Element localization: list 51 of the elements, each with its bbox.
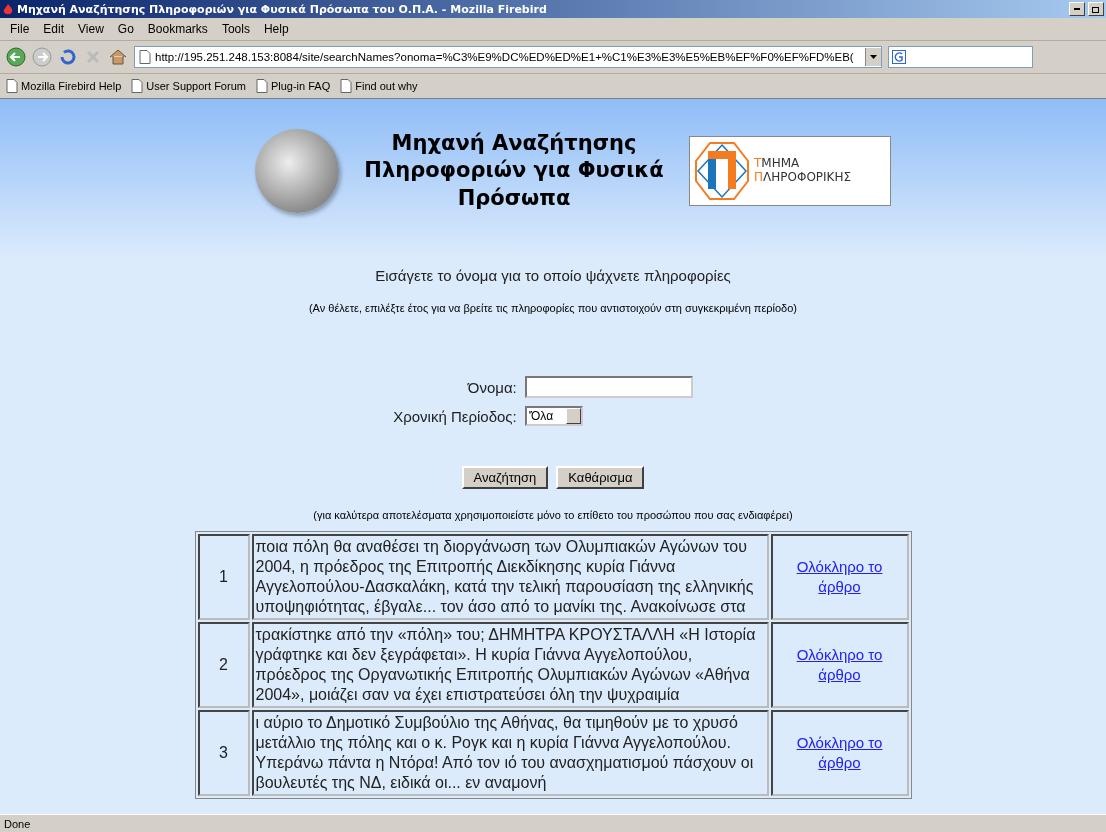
window-title: Μηχανή Αναζήτησης Πληροφοριών για Φυσικά Πρόσωπα του Ο.Π.Α. - Mozilla Firebird bbox=[17, 2, 548, 16]
flame-icon bbox=[2, 3, 14, 15]
status-text: Done bbox=[4, 817, 31, 830]
clear-button[interactable]: Καθάρισμα bbox=[556, 466, 645, 489]
back-icon[interactable] bbox=[6, 47, 26, 67]
search-engine-icon bbox=[892, 50, 906, 64]
search-field[interactable] bbox=[888, 46, 1033, 68]
result-number: 3 bbox=[197, 710, 250, 796]
menu-item[interactable]: Tools bbox=[215, 20, 256, 38]
menu-item[interactable]: Edit bbox=[37, 20, 71, 38]
menu-item[interactable]: Bookmarks bbox=[141, 20, 214, 38]
minimize-icon bbox=[1074, 8, 1080, 10]
result-number: 2 bbox=[197, 622, 250, 708]
intro-text: Εισάγετε το όνομα για το οποίο ψάχνετε πληροφορίες bbox=[375, 267, 731, 284]
period-select[interactable]: 'Όλα bbox=[524, 406, 583, 426]
result-number: 1 bbox=[197, 534, 250, 620]
page-icon bbox=[131, 79, 144, 93]
year-note: (Αν θέλετε, επιλέξτε έτος για να βρείτε τις πληροφορίες που αντιστοιχούν στη συγκεκριμένη περίοδο) bbox=[308, 302, 798, 314]
logo-text: ΤΜΗΜΑ bbox=[754, 157, 801, 171]
search-hint: (για καλύτερα αποτελέσματα χρησιμοποιείστε μόνο το επίθετο του προσώπου που σας ενδιαφέρει) bbox=[313, 509, 793, 521]
menu-item[interactable]: View bbox=[72, 20, 110, 38]
address-field[interactable]: http://195.251.248.153:8084/site/searchNames?onoma=%C3%E9%DC%ED%ED%E1+%C1%E3%E3%E5%EB%EF%F0%EF%FD%EB( bbox=[134, 46, 882, 68]
page-heading: Μηχανή Αναζήτησης Πληροφοριών για Φυσικά Πρόσωπα bbox=[363, 130, 665, 212]
bookmark-link[interactable]: Plug-in FAQ bbox=[255, 79, 331, 93]
minimize-button[interactable] bbox=[1069, 2, 1085, 16]
caret-icon bbox=[870, 55, 877, 59]
forward-icon[interactable] bbox=[32, 47, 52, 67]
name-label: Όνομα: bbox=[466, 378, 517, 396]
logo-mark-icon bbox=[694, 141, 750, 201]
result-snippet: ποια πόλη θα αναθέσει τη διοργάνωση των Ολυμπιακών Αγώνων του 2004, η πρόεδρος της Επιτροπής Διεκδίκησης κυρία Γιάννα Αγγελοπούλου-Δασκαλάκη, κατά την τελική παρουσίαση της ελληνικής υποψηφιότητας, έβγαλε... τον άσο από το μανίκι της. Ανακοίνωσε στα bbox=[251, 534, 769, 620]
bookmark-link[interactable]: User Support Forum bbox=[131, 79, 246, 93]
period-label: Χρονική Περίοδος: bbox=[393, 407, 517, 425]
menu-item[interactable]: Help bbox=[257, 20, 295, 38]
page-icon bbox=[340, 79, 353, 93]
dropdown-button[interactable] bbox=[865, 48, 881, 66]
reload-icon[interactable] bbox=[58, 47, 78, 67]
menu-item[interactable]: File bbox=[4, 20, 36, 38]
result-snippet: τρακίστηκε από την «πόλη» του; ΔΗΜΗΤΡΑ ΚΡΟΥΣΤΑΛΛΗ «Η Ιστορία γράφτηκε και δεν ξεγράφεται». Η κυρία Γιάννα Αγγελοπούλου, πρόεδρος της Οργανωτικής Επιτροπής Ολυμπιακών Αγώνων «Αθήνα 2004», μοιάζει σαν να έχει επιστρατεύσει όλη την ψυχραιμία bbox=[251, 622, 769, 708]
page-icon bbox=[139, 50, 151, 64]
search-button[interactable]: Αναζήτηση bbox=[461, 466, 549, 489]
menu-item[interactable]: Go bbox=[111, 20, 140, 38]
home-icon[interactable] bbox=[108, 47, 128, 67]
maximize-button[interactable] bbox=[1088, 2, 1104, 16]
bookmark-link[interactable]: Find out why bbox=[340, 79, 418, 93]
logo-text: ΠΛΗΡΟΦΟΡΙΚΗΣ bbox=[754, 171, 852, 185]
restore-icon bbox=[1092, 5, 1100, 13]
page-icon bbox=[255, 79, 268, 93]
name-input[interactable] bbox=[524, 376, 693, 398]
page-icon bbox=[6, 79, 18, 93]
result-snippet: ι αύριο το Δημοτικό Συμβούλιο της Αθήνας, θα τιμηθούν με το χρυσό μετάλλιο της πόλης και ο κ. Ρογκ και η κυρία Γιάννα Αγγελοπούλου. Υπεράνω πάντα η Ντόρα! Από τον ιό του ανασχηματισμού πάσχουν οι βουλευτές της ΝΔ, ειδικά οι... εν αναμονή bbox=[251, 710, 769, 796]
bookmark-link[interactable]: Mozilla Firebird Help bbox=[6, 79, 122, 93]
